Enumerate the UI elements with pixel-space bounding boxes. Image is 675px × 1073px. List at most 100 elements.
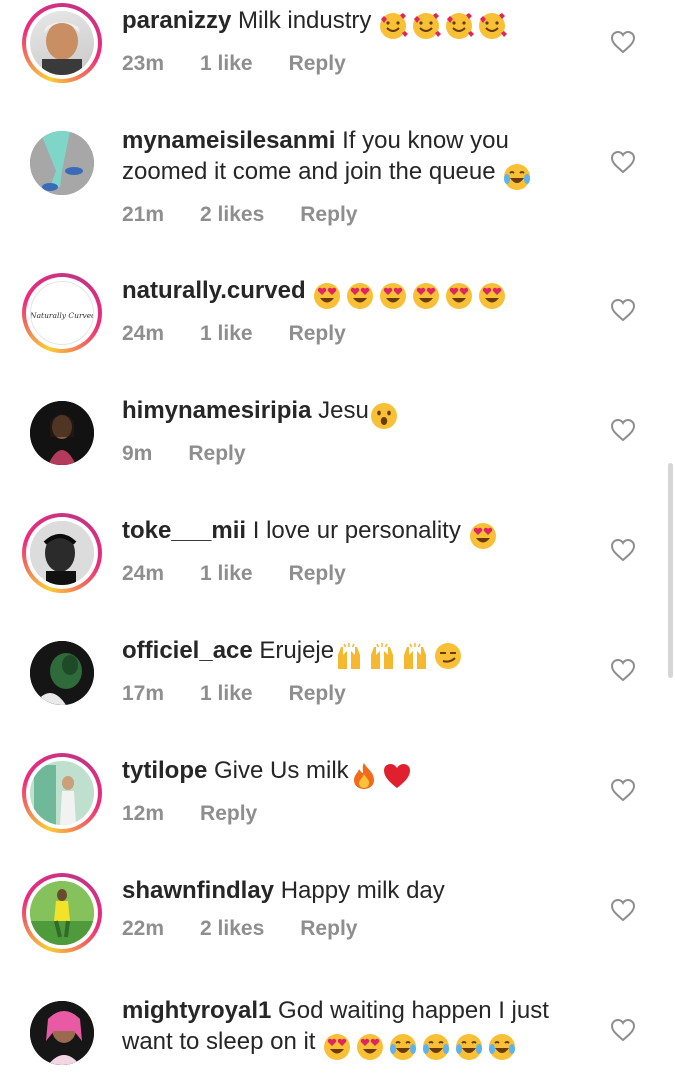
comment-text: Give Us milk xyxy=(207,757,349,784)
comment-meta: 24m 1 like Reply xyxy=(122,561,592,587)
naturally-curved-logo: Naturally Curved xyxy=(31,311,94,320)
comment-text: Erujeje xyxy=(252,637,335,664)
fire-icon xyxy=(349,759,382,791)
avatar[interactable] xyxy=(30,521,94,585)
comment-username[interactable]: officiel_ace xyxy=(122,637,253,664)
tears-of-joy-icon xyxy=(388,1030,520,1062)
avatar[interactable] xyxy=(30,401,94,465)
comment-item: himynamesiripia Jesu 9m Reply xyxy=(0,393,675,503)
comment-meta: 12m Reply xyxy=(122,801,592,827)
comment-body: toke___mii I love ur personality 24m 1 li… xyxy=(122,513,592,587)
heart-eyes-icon xyxy=(322,1030,388,1062)
comment-time: 24m xyxy=(122,561,165,585)
scrollbar-thumb[interactable] xyxy=(668,463,673,678)
avatar[interactable] xyxy=(30,881,94,945)
avatar-story-ring[interactable] xyxy=(22,873,102,953)
avatar-story-ring[interactable] xyxy=(22,753,102,833)
avatar-story-ring[interactable] xyxy=(22,3,102,83)
comment-body: officiel_ace Erujeje 17m 1 like Reply xyxy=(122,633,592,707)
comment-text-line2: want to sleep on it xyxy=(122,1028,316,1055)
comment-meta: 21m 2 likes Reply xyxy=(122,202,592,228)
avatar-wrap[interactable] xyxy=(22,633,102,713)
comment-username[interactable]: paranizzy xyxy=(122,7,231,34)
avatar[interactable] xyxy=(30,1001,94,1065)
heart-eyes-icon xyxy=(468,519,501,551)
comment-meta: 23m 1 like Reply xyxy=(122,51,592,77)
comment-username[interactable]: toke___mii xyxy=(122,517,246,544)
comment-body: paranizzy Milk industry 23m 1 like Reply xyxy=(122,3,592,77)
comment-text: Happy milk day xyxy=(274,877,445,904)
comment-likes[interactable]: 1 like xyxy=(200,682,253,705)
avatar-wrap[interactable] xyxy=(22,393,102,473)
reply-button[interactable]: Reply xyxy=(289,682,346,705)
comment-username[interactable]: tytilope xyxy=(122,757,207,784)
comment-item: mightyroyal1 God waiting happen I just w… xyxy=(0,993,675,1065)
like-heart-icon[interactable] xyxy=(610,30,636,54)
comment-item: paranizzy Milk industry 23m 1 like Reply xyxy=(0,3,675,113)
avatar-wrap[interactable] xyxy=(22,993,102,1073)
avatar[interactable] xyxy=(30,641,94,705)
comment-text: God waiting happen I just xyxy=(271,997,549,1024)
heart-eyes-icon xyxy=(312,279,510,311)
comment-username[interactable]: himynamesiripia xyxy=(122,397,311,424)
tears-of-joy-icon xyxy=(502,160,535,192)
comment-likes[interactable]: 1 like xyxy=(200,52,253,75)
comment-time: 9m xyxy=(122,441,153,465)
like-heart-icon[interactable] xyxy=(610,298,636,322)
comment-likes[interactable]: 1 like xyxy=(200,562,253,585)
comment-item: tytilope Give Us milk 12m Reply xyxy=(0,753,675,863)
reply-button[interactable]: Reply xyxy=(300,917,357,940)
comment-text: Jesu xyxy=(311,397,369,424)
avatar-wrap[interactable] xyxy=(22,123,102,203)
comment-text: Milk industry xyxy=(231,7,372,34)
like-heart-icon[interactable] xyxy=(610,898,636,922)
comment-time: 24m xyxy=(122,321,165,345)
comment-item: Naturally Curved naturally.curved 24m 1 l… xyxy=(0,273,675,383)
avatar-story-ring[interactable] xyxy=(22,513,102,593)
reply-button[interactable]: Reply xyxy=(289,52,346,75)
comment-text: If you know you xyxy=(335,127,509,154)
comment-meta: 9m Reply xyxy=(122,441,592,467)
comment-username[interactable]: naturally.curved xyxy=(122,277,306,304)
avatar-story-ring[interactable]: Naturally Curved xyxy=(22,273,102,353)
like-heart-icon[interactable] xyxy=(610,150,636,174)
reply-button[interactable]: Reply xyxy=(300,203,357,226)
comment-meta: 22m 2 likes Reply xyxy=(122,916,592,942)
comment-text-line2: zoomed it come and join the queue xyxy=(122,158,496,185)
svg-text:Naturally Curved: Naturally Curved xyxy=(31,311,94,320)
like-heart-icon[interactable] xyxy=(610,658,636,682)
comment-text: I love ur personality xyxy=(246,517,461,544)
comment-body: shawnfindlay Happy milk day 22m 2 likes Re… xyxy=(122,873,592,942)
comment-time: 23m xyxy=(122,51,165,75)
comment-username[interactable]: mynameisilesanmi xyxy=(122,127,335,154)
smiling-face-with-hearts-icon xyxy=(378,9,510,41)
reply-button[interactable]: Reply xyxy=(289,322,346,345)
raised-hands-icon xyxy=(334,639,433,671)
comment-likes[interactable]: 1 like xyxy=(200,322,253,345)
surprised-face-icon xyxy=(369,399,402,431)
like-heart-icon[interactable] xyxy=(610,778,636,802)
comment-username[interactable]: shawnfindlay xyxy=(122,877,274,904)
comment-username[interactable]: mightyroyal1 xyxy=(122,997,271,1024)
reply-button[interactable]: Reply xyxy=(289,562,346,585)
like-heart-icon[interactable] xyxy=(610,1018,636,1042)
reply-button[interactable]: Reply xyxy=(188,442,245,465)
avatar[interactable] xyxy=(30,11,94,75)
comments-list: paranizzy Milk industry 23m 1 like Reply m… xyxy=(0,0,675,1065)
comment-time: 22m xyxy=(122,917,165,940)
avatar[interactable] xyxy=(30,761,94,825)
comment-body: tytilope Give Us milk 12m Reply xyxy=(122,753,592,827)
like-heart-icon[interactable] xyxy=(610,418,636,442)
comment-body: mightyroyal1 God waiting happen I just w… xyxy=(122,993,592,1062)
avatar[interactable] xyxy=(30,131,94,195)
comment-likes[interactable]: 2 likes xyxy=(200,203,264,226)
reply-button[interactable]: Reply xyxy=(200,802,257,825)
red-heart-icon xyxy=(382,759,415,791)
comment-item: mynameisilesanmi If you know you zoomed … xyxy=(0,123,675,233)
avatar[interactable]: Naturally Curved xyxy=(30,281,94,345)
comment-time: 12m xyxy=(122,801,165,825)
comment-body: naturally.curved 24m 1 like Reply xyxy=(122,273,592,347)
comment-item: shawnfindlay Happy milk day 22m 2 likes Re… xyxy=(0,873,675,983)
like-heart-icon[interactable] xyxy=(610,538,636,562)
comment-likes[interactable]: 2 likes xyxy=(200,917,264,940)
